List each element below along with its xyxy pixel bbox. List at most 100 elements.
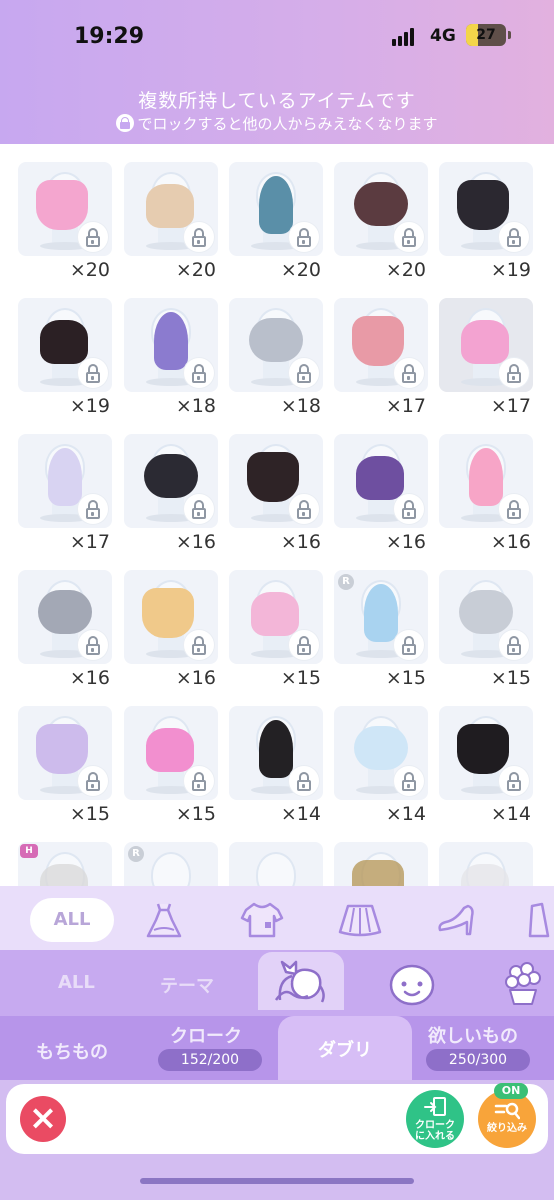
item-thumbnail[interactable]: R — [124, 842, 218, 886]
item-card[interactable]: R — [124, 842, 218, 886]
item-thumbnail[interactable] — [124, 570, 218, 664]
item-thumbnail[interactable] — [18, 434, 112, 528]
lock-icon[interactable] — [499, 358, 529, 388]
item-card[interactable]: ×20 — [229, 162, 323, 282]
item-thumbnail[interactable] — [229, 706, 323, 800]
heel-shoe-icon[interactable] — [434, 900, 482, 940]
skirt-icon[interactable] — [336, 900, 384, 940]
face-icon[interactable] — [386, 964, 438, 1006]
flower-pot-icon[interactable] — [500, 960, 546, 1008]
item-thumbnail[interactable] — [18, 162, 112, 256]
lock-icon[interactable] — [78, 766, 108, 796]
subfilter-theme[interactable]: テーマ — [160, 972, 214, 998]
subfilter-hairstyle-tab[interactable] — [258, 952, 344, 1010]
item-thumbnail[interactable]: R — [334, 570, 428, 664]
item-thumbnail[interactable] — [124, 706, 218, 800]
item-card[interactable]: ×16 — [439, 434, 533, 554]
item-thumbnail[interactable] — [334, 162, 428, 256]
item-card[interactable]: ×18 — [229, 298, 323, 418]
lock-icon[interactable] — [394, 358, 424, 388]
jacket-icon[interactable] — [528, 900, 554, 940]
lock-icon[interactable] — [78, 358, 108, 388]
item-card[interactable]: ×15 — [124, 706, 218, 826]
item-card[interactable]: ×18 — [124, 298, 218, 418]
close-button[interactable]: × — [20, 1096, 66, 1142]
item-thumbnail[interactable] — [334, 298, 428, 392]
add-to-cloak-button[interactable]: クロークに入れる — [406, 1090, 464, 1148]
lock-icon[interactable] — [184, 222, 214, 252]
lock-icon[interactable] — [184, 766, 214, 796]
item-thumbnail[interactable] — [124, 298, 218, 392]
lock-icon[interactable] — [394, 494, 424, 524]
item-card[interactable]: ×16 — [124, 570, 218, 690]
item-card[interactable]: ×14 — [229, 706, 323, 826]
item-thumbnail[interactable] — [124, 162, 218, 256]
item-card[interactable]: ×16 — [229, 434, 323, 554]
lock-icon[interactable] — [499, 630, 529, 660]
lock-icon[interactable] — [394, 766, 424, 796]
item-card[interactable]: ×20 — [334, 162, 428, 282]
item-thumbnail[interactable] — [229, 162, 323, 256]
item-thumbnail[interactable] — [229, 298, 323, 392]
item-card[interactable]: ×17 — [439, 298, 533, 418]
item-thumbnail[interactable] — [334, 842, 428, 886]
lock-icon[interactable] — [289, 630, 319, 660]
item-thumbnail[interactable] — [439, 706, 533, 800]
lock-icon[interactable] — [394, 630, 424, 660]
lock-icon[interactable] — [499, 494, 529, 524]
item-card[interactable]: ×16 — [18, 570, 112, 690]
lock-icon[interactable] — [394, 222, 424, 252]
lock-icon[interactable] — [289, 494, 319, 524]
item-thumbnail[interactable] — [18, 570, 112, 664]
item-card[interactable]: ×15 — [439, 570, 533, 690]
item-card[interactable]: ×20 — [124, 162, 218, 282]
lock-icon[interactable] — [184, 494, 214, 524]
item-thumbnail[interactable] — [18, 298, 112, 392]
item-thumbnail[interactable] — [229, 570, 323, 664]
item-thumbnail[interactable] — [439, 842, 533, 886]
item-card[interactable]: H — [18, 842, 112, 886]
lock-icon[interactable] — [289, 766, 319, 796]
lock-icon[interactable] — [184, 630, 214, 660]
tab-cloak[interactable]: クローク — [170, 1022, 242, 1048]
item-card[interactable]: ×20 — [18, 162, 112, 282]
item-card[interactable]: ×14 — [439, 706, 533, 826]
tab-duplicate[interactable]: ダブリ — [278, 1016, 412, 1080]
lock-icon[interactable] — [499, 222, 529, 252]
item-card[interactable] — [334, 842, 428, 886]
item-thumbnail[interactable] — [124, 434, 218, 528]
item-card[interactable]: ×19 — [439, 162, 533, 282]
lock-icon[interactable] — [78, 630, 108, 660]
tshirt-icon[interactable] — [238, 900, 286, 940]
dress-icon[interactable] — [140, 900, 188, 940]
lock-icon[interactable] — [289, 222, 319, 252]
item-thumbnail[interactable] — [229, 434, 323, 528]
item-thumbnail[interactable] — [439, 298, 533, 392]
item-card[interactable]: ×14 — [334, 706, 428, 826]
item-thumbnail[interactable] — [334, 434, 428, 528]
item-card[interactable] — [229, 842, 323, 886]
lock-icon[interactable] — [499, 766, 529, 796]
item-thumbnail[interactable]: H — [18, 842, 112, 886]
item-thumbnail[interactable] — [229, 842, 323, 886]
tab-wishlist[interactable]: 欲しいもの — [428, 1022, 518, 1048]
item-card[interactable] — [439, 842, 533, 886]
item-card[interactable]: ×16 — [124, 434, 218, 554]
lock-icon[interactable] — [289, 358, 319, 388]
item-card[interactable]: ×17 — [18, 434, 112, 554]
item-card[interactable]: ×19 — [18, 298, 112, 418]
item-card[interactable]: ×15 — [229, 570, 323, 690]
item-thumbnail[interactable] — [439, 162, 533, 256]
item-card[interactable]: ×16 — [334, 434, 428, 554]
category-all-button[interactable]: ALL — [30, 898, 114, 942]
item-card[interactable]: ×15 — [18, 706, 112, 826]
tab-mochimono[interactable]: もちもの — [36, 1038, 108, 1064]
lock-icon[interactable] — [184, 358, 214, 388]
item-thumbnail[interactable] — [439, 434, 533, 528]
lock-icon[interactable] — [78, 222, 108, 252]
item-thumbnail[interactable] — [439, 570, 533, 664]
item-card[interactable]: R ×15 — [334, 570, 428, 690]
subfilter-all[interactable]: ALL — [58, 972, 95, 993]
item-thumbnail[interactable] — [334, 706, 428, 800]
item-card[interactable]: ×17 — [334, 298, 428, 418]
